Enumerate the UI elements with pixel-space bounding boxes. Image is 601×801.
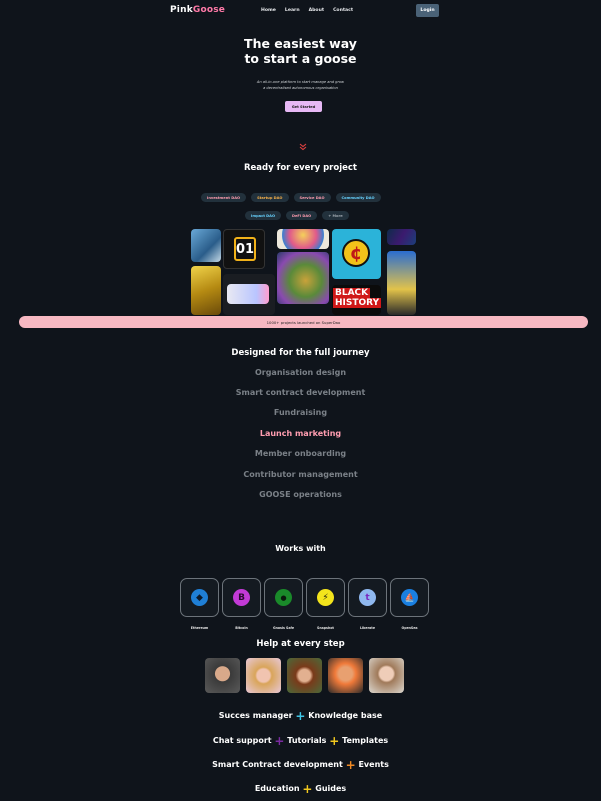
gallery-image[interactable] [387, 251, 416, 315]
gallery-image[interactable] [387, 229, 416, 245]
help-title: Help at every step [256, 639, 345, 649]
gnosis-safe-icon: ● [275, 589, 292, 606]
feature-templates: Templates [342, 736, 389, 745]
label-snapshot: Snapshot [317, 626, 334, 630]
label-gnosis-safe: Gnosis Safe [272, 626, 295, 630]
avatar [287, 658, 322, 693]
integration-gnosis-safe[interactable]: ● [264, 578, 303, 617]
integration-liberate[interactable]: t [348, 578, 387, 617]
gallery-image[interactable]: ¢ [332, 229, 381, 279]
label-liberate: Liberate [360, 626, 375, 630]
hero-title-line1: The easiest way [244, 36, 357, 51]
avatar [246, 658, 281, 693]
nav-link-contact[interactable]: Contact [333, 8, 353, 13]
plus-icon: + [329, 734, 340, 748]
feature-education: Education [254, 784, 300, 793]
black-text: BLACK [333, 288, 371, 298]
feature-line-2: Chat support + Tutorials + Templates [0, 734, 601, 748]
plus-icon: + [345, 758, 356, 772]
nav-link-about[interactable]: About [309, 8, 324, 13]
integration-labels: Ethereum Bitcoin Gnosis Safe Snapshot Li… [180, 626, 429, 630]
feature-knowledge-base: Knowledge base [308, 711, 383, 720]
feature-guides: Guides [315, 784, 347, 793]
works-with-title: Works with [275, 544, 326, 553]
plus-icon: + [302, 782, 313, 796]
dao-chips-row1: Investment DAO Startup DAO Service DAO C… [201, 193, 381, 202]
hero-subtitle: An all-in-one platform to start manage a… [0, 80, 601, 91]
journey-item-fundraising[interactable]: Fundraising [0, 408, 601, 417]
chevron-down-icon[interactable] [299, 143, 307, 151]
feature-line-1: Succes manager + Knowledge base [0, 709, 601, 723]
tile-number: 01 [234, 237, 256, 261]
hero-title-line2: to start a goose [244, 51, 357, 66]
brand-logo[interactable]: PinkGoose [170, 5, 225, 15]
feature-line-3: Smart Contract development + Events [0, 758, 601, 772]
journey-item-contributor-management[interactable]: Contributor management [0, 470, 601, 479]
chip-impact-dao[interactable]: Impact DAO [245, 211, 281, 220]
integrations-row: ◆ B ● ⚡ t ⛵ [180, 578, 429, 617]
label-opensea: OpenSea [401, 626, 418, 630]
team-avatars [205, 658, 404, 693]
nav-link-learn[interactable]: Learn [285, 8, 300, 13]
gallery-image[interactable] [191, 266, 221, 315]
project-gallery: 01 ¢ BLACK HISTORY [191, 229, 416, 315]
chip-investment-dao[interactable]: Investment DAO [201, 193, 247, 202]
chip-startup-dao[interactable]: Startup DAO [251, 193, 289, 202]
feature-events: Events [358, 760, 389, 769]
get-started-button[interactable]: Get Started [285, 101, 322, 112]
journey-item-smart-contract[interactable]: Smart contract development [0, 388, 601, 397]
integration-snapshot[interactable]: ⚡ [306, 578, 345, 617]
nav-link-home[interactable]: Home [261, 8, 276, 13]
gallery-image[interactable]: 01 [223, 229, 265, 269]
liberate-icon: t [359, 589, 376, 606]
cent-coin: ¢ [342, 239, 370, 267]
chip-more[interactable]: + More [322, 211, 349, 220]
bitcoin-icon: B [233, 589, 250, 606]
feature-tutorials: Tutorials [287, 736, 327, 745]
feature-line-4: Education + Guides [0, 782, 601, 796]
chip-service-dao[interactable]: Service DAO [293, 193, 331, 202]
label-bitcoin: Bitcoin [235, 626, 248, 630]
logo-text-pink: Pink [170, 5, 193, 15]
ticket-card [227, 284, 269, 304]
gallery-image[interactable] [223, 274, 275, 315]
ethereum-icon: ◆ [191, 589, 208, 606]
logo-text-goose: Goose [192, 5, 226, 15]
integration-bitcoin[interactable]: B [222, 578, 261, 617]
projects-launched-banner: 1000+ projects launched on SuperDao [19, 316, 588, 328]
plus-icon: + [295, 709, 306, 723]
avatar [369, 658, 404, 693]
hero-subtitle-line2: a decentralised autonomous organisation [263, 85, 338, 90]
hero-title: The easiest way to start a goose [0, 36, 601, 66]
journey-item-organisation-design[interactable]: Organisation design [0, 368, 601, 377]
feature-smart-contract-development: Smart Contract development [212, 760, 343, 769]
gallery-image[interactable] [277, 229, 329, 249]
journey-item-goose-operations[interactable]: GOOSE operations [0, 490, 601, 499]
journey-title: Designed for the full journey [231, 348, 370, 358]
opensea-icon: ⛵ [401, 589, 418, 606]
login-button[interactable]: Login [416, 4, 439, 17]
avatar [328, 658, 363, 693]
top-nav: PinkGoose Home Learn About Contact Login [0, 0, 601, 22]
label-ethereum: Ethereum [190, 626, 209, 630]
gallery-image[interactable] [277, 252, 329, 304]
feature-succes-manager: Succes manager [218, 711, 293, 720]
chip-community-dao[interactable]: Community DAO [335, 193, 381, 202]
snapshot-icon: ⚡ [317, 589, 334, 606]
gallery-image[interactable]: BLACK HISTORY [332, 285, 381, 315]
journey-item-member-onboarding[interactable]: Member onboarding [0, 449, 601, 458]
nav-links: Home Learn About Contact [261, 8, 353, 13]
gallery-image[interactable] [191, 229, 221, 262]
feature-chat-support: Chat support [212, 736, 272, 745]
avatar [205, 658, 240, 693]
dao-chips-row2: Impact DAO DeFi DAO + More [245, 211, 349, 220]
integration-opensea[interactable]: ⛵ [390, 578, 429, 617]
chip-defi-dao[interactable]: DeFi DAO [286, 211, 318, 220]
integration-ethereum[interactable]: ◆ [180, 578, 219, 617]
journey-item-launch-marketing[interactable]: Launch marketing [0, 429, 601, 438]
projects-title: Ready for every project [244, 163, 357, 173]
plus-icon: + [274, 734, 285, 748]
history-text: HISTORY [333, 298, 381, 308]
